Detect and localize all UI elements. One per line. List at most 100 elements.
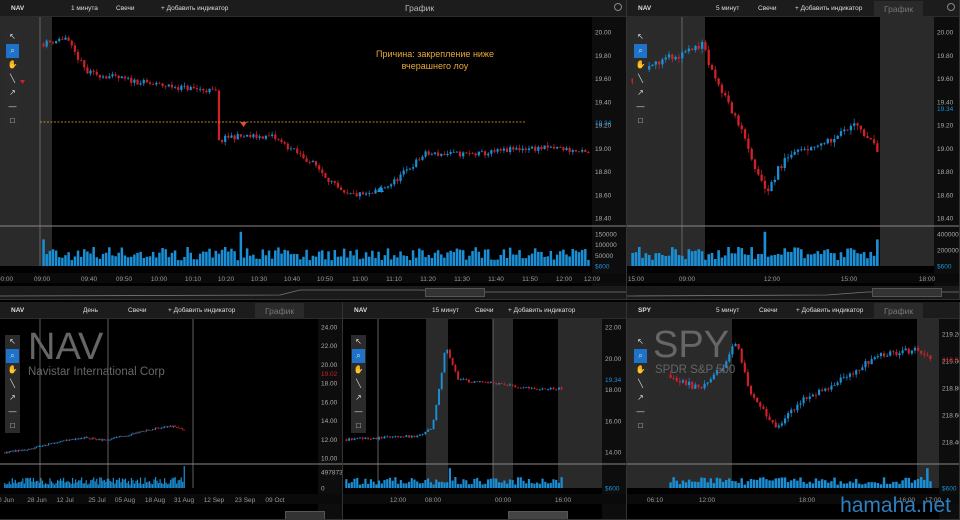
add-indicator-button[interactable]: + Добавить индикатор: [795, 5, 885, 12]
rect-icon[interactable]: □: [6, 114, 19, 128]
add-indicator-button[interactable]: + Добавить индикатор: [796, 307, 886, 314]
pointer-icon[interactable]: ↖: [352, 335, 365, 349]
zoom-icon[interactable]: ⌕: [634, 44, 647, 58]
symbol-selector[interactable]: SPY: [638, 307, 698, 314]
volume-bar: [694, 250, 697, 266]
price-axis-label: 16.00: [605, 418, 622, 425]
add-indicator-button[interactable]: + Добавить индикатор: [161, 5, 251, 12]
volume-bar: [230, 248, 233, 266]
arrow-icon[interactable]: ↗: [634, 391, 647, 405]
volume-bar: [813, 253, 816, 266]
time-axis-label: 16:00: [555, 497, 572, 504]
line-icon[interactable]: ╲: [6, 377, 19, 391]
candle-body: [697, 45, 700, 49]
volume-bar: [405, 256, 409, 266]
candle-body: [102, 439, 104, 441]
candle-body: [458, 151, 462, 157]
arrow-icon[interactable]: ↗: [6, 391, 19, 405]
zoom-icon[interactable]: ⌕: [6, 44, 19, 58]
timeframe-selector[interactable]: 5 минут: [716, 5, 758, 12]
navigator-window[interactable]: [285, 511, 325, 519]
hline-icon[interactable]: —: [352, 405, 365, 419]
volume-bar: [64, 255, 67, 266]
hline-icon[interactable]: —: [634, 405, 647, 419]
timeframe-selector[interactable]: 5 минут: [716, 307, 759, 314]
symbol-selector[interactable]: NAV: [354, 307, 414, 314]
chart-type-selector[interactable]: Свечи: [758, 5, 795, 12]
line-icon[interactable]: ╲: [6, 72, 19, 86]
volume-bar: [762, 477, 765, 488]
add-indicator-button[interactable]: + Добавить индикатор: [168, 307, 258, 314]
candle-body: [101, 76, 105, 78]
line-icon[interactable]: ╲: [634, 72, 647, 86]
pointer-icon[interactable]: ↖: [6, 335, 19, 349]
volume-bar: [314, 256, 318, 266]
arrow-icon[interactable]: ↗: [6, 86, 19, 100]
arrow-icon[interactable]: ↗: [352, 391, 365, 405]
volume-bar: [687, 249, 691, 266]
chart-canvas-nav-5min[interactable]: 20.0019.8019.6019.4019.2019.0018.8018.60…: [627, 0, 960, 300]
navigator-window[interactable]: [425, 288, 485, 297]
settings-icon[interactable]: [614, 3, 622, 11]
rect-icon[interactable]: □: [6, 419, 19, 433]
volume-bar: [752, 479, 756, 488]
hand-icon[interactable]: ✋: [634, 58, 647, 72]
timeframe-selector[interactable]: 1 минута: [71, 5, 116, 12]
candle-body: [132, 433, 134, 435]
line-icon[interactable]: ╲: [352, 377, 365, 391]
volume-bar: [352, 255, 355, 266]
pointer-icon[interactable]: ↖: [6, 30, 19, 44]
settings-icon[interactable]: [947, 3, 955, 11]
chart-type-selector[interactable]: Свечи: [116, 5, 161, 12]
chart-canvas-nav-15min[interactable]: 22.00 20.00 18.00 16.00 14.00 19.34 $600 12:00 0…: [343, 302, 627, 520]
pointer-icon[interactable]: ↖: [634, 335, 647, 349]
volume-bar: [521, 258, 524, 266]
chart-type-selector[interactable]: Свечи: [128, 307, 168, 314]
line-icon[interactable]: ╲: [634, 377, 647, 391]
zoom-icon[interactable]: ⌕: [352, 349, 365, 363]
hand-icon[interactable]: ✋: [6, 58, 19, 72]
volume-bar: [161, 483, 163, 488]
candle-body: [565, 148, 568, 151]
zoom-icon[interactable]: ⌕: [634, 349, 647, 363]
arrow-icon[interactable]: ↗: [634, 86, 647, 100]
candle-body: [45, 40, 48, 47]
candle-body: [753, 159, 757, 170]
hand-icon[interactable]: ✋: [352, 363, 365, 377]
price-axis-label: 20.00: [595, 30, 612, 37]
rect-icon[interactable]: □: [352, 419, 365, 433]
chart-canvas-nav-1min[interactable]: 20.0019.8019.6019.4019.2019.0018.8018.60…: [0, 0, 627, 300]
candle-body: [22, 449, 24, 451]
chart-type-selector[interactable]: Свечи: [759, 307, 796, 314]
hline-icon[interactable]: —: [6, 100, 19, 114]
candle-body: [55, 442, 57, 444]
add-indicator-button[interactable]: + Добавить индикатор: [508, 307, 598, 314]
candle-body: [489, 381, 492, 383]
zoom-icon[interactable]: ⌕: [6, 349, 19, 363]
symbol-selector[interactable]: NAV: [11, 307, 71, 314]
candle-body: [61, 38, 64, 40]
rect-icon[interactable]: □: [634, 114, 647, 128]
hline-icon[interactable]: —: [634, 100, 647, 114]
timeframe-selector[interactable]: День: [83, 307, 128, 314]
volume-bar: [826, 249, 830, 266]
volume-bar: [147, 481, 149, 488]
hand-icon[interactable]: ✋: [634, 363, 647, 377]
candle-body: [886, 355, 889, 357]
candle-body: [108, 76, 111, 79]
symbol-selector[interactable]: NAV: [11, 5, 71, 12]
chart-type-selector[interactable]: Свечи: [475, 307, 508, 314]
volume-bar: [740, 248, 744, 266]
symbol-selector[interactable]: NAV: [638, 5, 698, 12]
rect-icon[interactable]: □: [634, 419, 647, 433]
navigator-window[interactable]: [872, 288, 942, 297]
timeframe-selector[interactable]: 15 минут: [432, 307, 475, 314]
candle-body: [882, 353, 886, 357]
volume-bar: [51, 249, 55, 266]
hline-icon[interactable]: —: [6, 405, 19, 419]
volume-bar: [515, 254, 518, 266]
pointer-icon[interactable]: ↖: [634, 30, 647, 44]
price-axis-label: 10.00: [321, 456, 338, 463]
navigator-window[interactable]: [508, 511, 568, 519]
hand-icon[interactable]: ✋: [6, 363, 19, 377]
